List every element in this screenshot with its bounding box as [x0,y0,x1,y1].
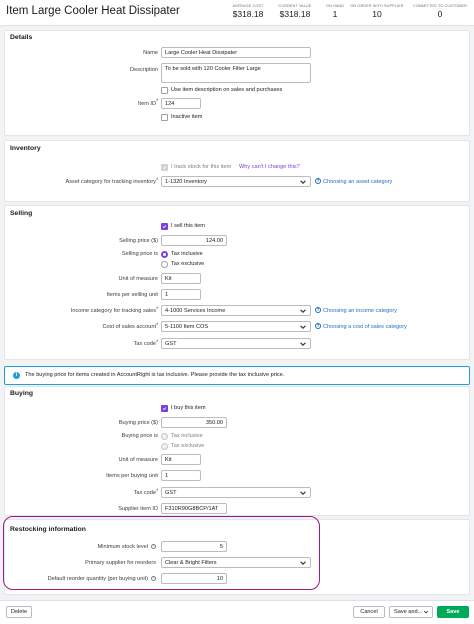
required-marker: * [156,489,159,495]
save-and-label: Save and... [394,609,423,615]
tax-exclusive-radio[interactable] [161,261,168,268]
buying-heading: Buying [10,390,34,397]
buying-tax-inclusive-label: Tax inclusive [171,433,203,439]
inactive-checkbox[interactable] [161,114,168,121]
buy-item-label: I buy this item [171,405,206,411]
selling-heading: Selling [10,210,33,217]
unit-of-measure-field[interactable]: Kit [161,273,201,284]
chevron-down-icon [423,610,429,614]
restocking-highlight [3,516,320,590]
tax-inclusive-notice: i The buying price for items created in … [4,366,470,385]
selling-price-label: Selling price ($) [119,238,158,244]
use-description-checkbox[interactable] [161,87,168,94]
stat-average-cost: AVERAGE COST $318.18 [232,4,264,19]
selling-price-is-label: Selling price is [121,251,158,257]
cost-of-sales-select[interactable]: 5-1100 Item COS [161,321,311,332]
income-category-label: Income category for tracking sales [70,308,156,314]
required-marker: * [156,99,159,105]
notice-text: The buying price for items created in Ac… [25,372,285,378]
cost-of-sales-label: Cost of sales account [102,324,156,330]
asset-category-help-link[interactable]: Choosing an asset category [323,179,392,185]
name-label: Name [143,50,158,56]
asset-category-label: Asset category for tracking inventory [65,179,156,185]
stat-committed: COMMITTED TO CUSTOMER 0 [413,4,467,19]
items-per-selling-unit-field[interactable]: 1 [161,289,201,300]
details-heading: Details [10,34,33,41]
item-id-label: Item ID [137,101,156,107]
delete-button[interactable]: Delete [6,606,32,618]
item-id-field[interactable]: 124 [161,98,201,109]
footer-bar: Delete Cancel Save and... Save [0,600,474,624]
stat-current-value: CURRENT VALUE $318.18 [278,4,312,19]
track-stock-label: I track stock for this item [171,164,232,170]
inactive-label: Inactive item [171,114,203,120]
buying-price-field[interactable]: 350.00 [161,417,227,428]
required-marker: * [156,178,159,184]
unit-of-measure-label: Unit of measure [118,276,158,282]
chevron-down-icon [300,180,306,184]
asset-category-select[interactable]: 1-1320 Inventory [161,176,311,187]
inventory-heading: Inventory [10,145,41,152]
selling-tax-code-label: Tax code [133,341,156,347]
items-per-buying-unit-label: Items per buying unit [106,473,158,479]
tax-exclusive-label: Tax exclusive [171,261,205,267]
chevron-down-icon [300,342,306,346]
inventory-card [4,140,470,202]
check-icon [162,166,167,170]
description-field[interactable]: To be sold with 120 Cooler Filter Large [161,63,311,83]
use-description-label: Use item description on sales and purcha… [171,87,283,93]
help-icon: ? [315,323,321,329]
selling-price-field[interactable]: 124.00 [161,235,227,246]
help-icon: ? [315,307,321,313]
required-marker: * [156,323,159,329]
cost-of-sales-help-link[interactable]: Choosing a cost of sales category [323,324,407,330]
sell-item-checkbox[interactable] [161,223,168,230]
income-category-select[interactable]: 4-1000 Services Income [161,305,311,316]
check-icon [162,407,167,411]
chevron-down-icon [300,325,306,329]
cancel-button[interactable]: Cancel [353,606,385,618]
buying-price-is-label: Buying price is [121,433,158,439]
buying-uom-label: Unit of measure [118,457,158,463]
supplier-item-id-field[interactable]: F310R90G8BCP/1AT [161,503,227,514]
selling-card [4,205,470,360]
page-header: Item Large Cooler Heat Dissipater AVERAG… [0,0,474,26]
sell-item-label: I sell this item [171,223,205,229]
info-icon: i [13,372,20,379]
name-field[interactable]: Large Cooler Heat Dissipater [161,47,311,58]
items-per-selling-unit-label: Items per selling unit [106,292,158,298]
save-and-button[interactable]: Save and... [389,606,433,618]
description-label: Description [130,67,158,73]
supplier-item-id-label: Supplier item ID [118,506,158,512]
tax-inclusive-radio[interactable] [161,251,168,258]
page-title: Item Large Cooler Heat Dissipater [6,5,180,17]
buy-item-checkbox[interactable] [161,405,168,412]
why-cant-change-link[interactable]: Why can't I change this? [239,164,300,170]
track-stock-checkbox [161,164,168,171]
buying-tax-exclusive-radio [161,443,168,450]
stat-on-order: ON ORDER WITH SUPPLIER 10 [350,4,404,19]
items-per-buying-unit-field[interactable]: 1 [161,470,201,481]
details-card [4,30,470,136]
help-icon: ? [315,178,321,184]
income-category-help-link[interactable]: Choosing an income category [323,308,397,314]
save-button[interactable]: Save [437,606,469,618]
buying-tax-inclusive-radio [161,433,168,440]
required-marker: * [156,307,159,313]
chevron-down-icon [300,491,306,495]
buying-tax-exclusive-label: Tax exclusive [171,443,205,449]
required-marker: * [156,340,159,346]
buying-price-label: Buying price ($) [118,420,158,426]
tax-inclusive-label: Tax inclusive [171,251,203,257]
buying-uom-field[interactable]: Kit [161,454,201,465]
selling-tax-code-select[interactable]: GST [161,338,311,349]
chevron-down-icon [300,309,306,313]
check-icon [162,225,167,229]
buying-tax-code-select[interactable]: GST [161,487,311,498]
buying-tax-code-label: Tax code [133,490,156,496]
